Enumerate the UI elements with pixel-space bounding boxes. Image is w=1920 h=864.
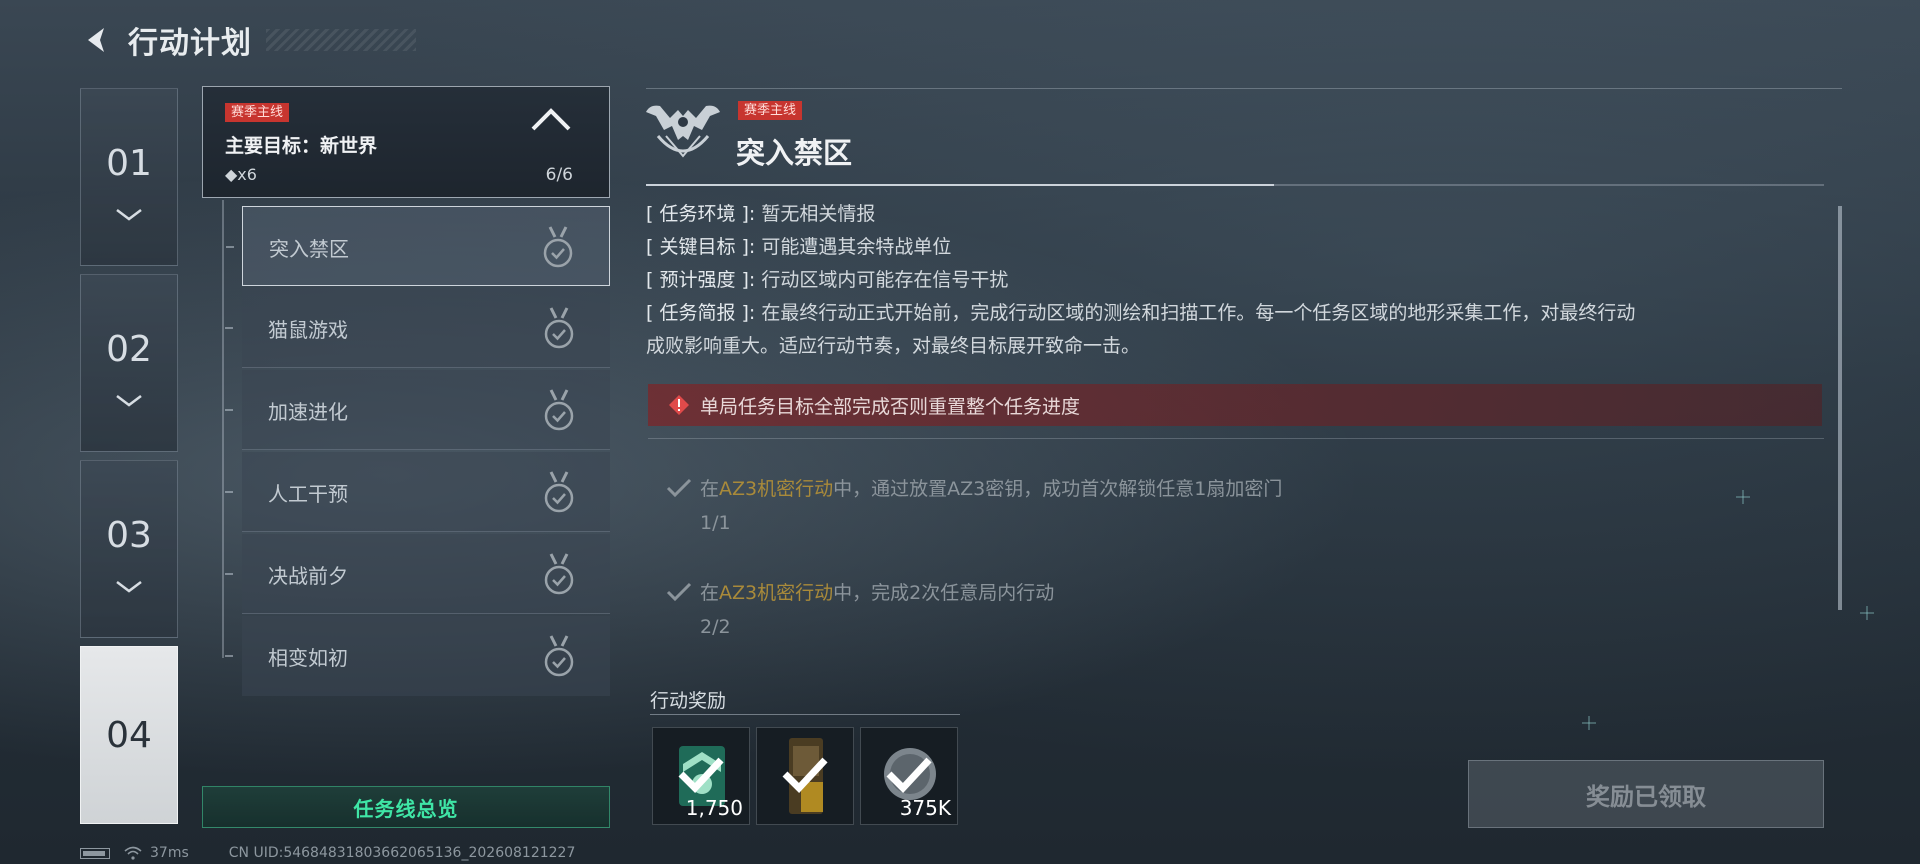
title-divider-highlight xyxy=(646,184,1274,186)
wifi-icon xyxy=(124,846,142,860)
reward-quantity: 375K xyxy=(899,796,951,820)
task-description: 在AZ3机密行动中，通过放置AZ3密钥，成功首次解锁任意1扇加密门 xyxy=(700,478,1283,500)
info-intensity: [ 预计强度 ]: 行动区域内可能存在信号干扰 xyxy=(646,266,1826,294)
chevron-up-icon[interactable] xyxy=(529,105,573,135)
info-value: 暂无相关情报 xyxy=(761,203,876,225)
info-brief-continued: 成败影响重大。适应行动节奏，对最终目标展开致命一击。 xyxy=(646,335,1141,357)
mission-item-juezhan[interactable]: 决战前夕 xyxy=(225,534,610,614)
mission-item-rengong[interactable]: 人工干预 xyxy=(225,452,610,532)
tree-tick xyxy=(225,409,233,411)
chapter-tab-03[interactable]: 03 xyxy=(80,460,178,638)
reward-item-gear-pack[interactable] xyxy=(756,727,854,825)
rewards-label: 行动奖励 xyxy=(650,690,727,712)
mission-label: 人工干预 xyxy=(268,482,348,506)
tree-tick xyxy=(225,327,233,329)
mission-tree-line xyxy=(222,200,224,658)
tree-tick xyxy=(226,246,234,248)
warning-icon xyxy=(669,395,689,415)
reward-quantity: 1,750 xyxy=(685,796,743,820)
medal-check-icon xyxy=(544,471,574,513)
info-key: [ 任务环境 ]: xyxy=(646,203,756,225)
mission-item-jiasu[interactable]: 加速进化 xyxy=(225,370,610,450)
reset-warning-bar: 单局任务目标全部完成否则重置整个任务进度 xyxy=(648,384,1822,426)
claimed-checkmark-icon xyxy=(886,757,932,794)
battery-icon xyxy=(80,847,110,859)
mission-label: 加速进化 xyxy=(268,400,348,424)
ping-value: 37ms xyxy=(150,845,189,861)
chapter-tab-01[interactable]: 01 xyxy=(80,88,178,266)
chapter-number: 04 xyxy=(106,714,152,756)
chapter-number: 03 xyxy=(106,514,152,556)
info-key: [ 预计强度 ]: xyxy=(646,269,756,291)
task-progress: 2/2 xyxy=(700,616,731,638)
chapter-number: 01 xyxy=(106,142,152,184)
task-highlight: AZ3机密行动 xyxy=(719,582,834,604)
warning-text: 单局任务目标全部完成否则重置整个任务进度 xyxy=(700,395,1081,418)
mission-label: 突入禁区 xyxy=(269,237,349,261)
reward-claimed-button[interactable]: 奖励已领取 xyxy=(1468,760,1824,828)
reward-item-coin[interactable]: 375K xyxy=(860,727,958,825)
chevron-down-icon xyxy=(116,580,142,593)
info-value: 行动区域内可能存在信号干扰 xyxy=(761,269,1009,291)
mission-line-overview-button[interactable]: 任务线总览 xyxy=(202,786,610,828)
mission-label: 猫鼠游戏 xyxy=(268,318,348,342)
chevron-down-icon xyxy=(116,208,142,221)
page-header: 行动计划 xyxy=(78,18,416,62)
chapter-number: 02 xyxy=(106,328,152,370)
info-key: [ 任务简报 ]: xyxy=(646,302,756,324)
medal-check-icon xyxy=(544,635,574,677)
medal-check-icon xyxy=(544,389,574,431)
task-description: 在AZ3机密行动中，完成2次任意局内行动 xyxy=(700,582,1055,604)
task-progress: 1/1 xyxy=(700,512,731,534)
season-mainline-tag: 赛季主线 xyxy=(738,101,803,120)
back-button[interactable] xyxy=(78,20,118,60)
tree-tick xyxy=(225,573,233,575)
info-brief: [ 任务简报 ]: 在最终行动正式开始前，完成行动区域的测绘和扫描工作。每一个任… xyxy=(646,299,1826,327)
title-decoration xyxy=(266,29,416,51)
info-value: 在最终行动正式开始前，完成行动区域的测绘和扫描工作。每一个任务区域的地形采集工作… xyxy=(761,302,1636,324)
decor-cross xyxy=(1736,490,1750,504)
medal-check-icon xyxy=(543,226,573,268)
status-bar: 37ms CN UID:5468483180366206513​6_202608… xyxy=(80,844,575,862)
chapter-tab-02[interactable]: 02 xyxy=(80,274,178,452)
reward-item-badge[interactable]: 1,750 xyxy=(652,727,750,825)
user-uid: CN UID:5468483180366206513​6_20260812122… xyxy=(228,845,576,861)
claimed-checkmark-icon xyxy=(678,757,724,794)
back-arrow-icon xyxy=(88,28,104,52)
chapter-tab-04[interactable]: 04 xyxy=(80,646,178,824)
mission-detail-title: 突入禁区 xyxy=(736,136,853,170)
chevron-down-icon xyxy=(116,394,142,407)
main-objective-header[interactable]: 赛季主线 主要目标：新世界 ◆x6 6/6 xyxy=(202,86,610,198)
mission-item-maoshu[interactable]: 猫鼠游戏 xyxy=(225,288,610,368)
mission-item-tutu[interactable]: 突入禁区 xyxy=(226,206,610,286)
panel-top-border xyxy=(646,88,1842,89)
objective-count: ◆x6 xyxy=(225,165,257,184)
info-key-target: [ 关键目标 ]: 可能遭遇其余特战单位 xyxy=(646,233,1826,261)
tree-tick xyxy=(225,491,233,493)
medal-check-icon xyxy=(544,553,574,595)
page-title: 行动计划 xyxy=(128,26,252,61)
decor-cross xyxy=(1860,606,1874,620)
info-key: [ 关键目标 ]: xyxy=(646,236,756,258)
tree-tick xyxy=(225,655,233,657)
detail-scrollbar[interactable] xyxy=(1838,206,1842,610)
mission-label: 相变如初 xyxy=(268,646,348,670)
claimed-checkmark-icon xyxy=(782,757,828,794)
rewards-divider xyxy=(650,714,960,715)
info-environment: [ 任务环境 ]: 暂无相关情报 xyxy=(646,200,1826,228)
mission-item-xiangbian[interactable]: 相变如初 xyxy=(225,616,610,696)
section-divider xyxy=(648,438,1824,439)
decor-cross xyxy=(1582,716,1596,730)
objective-title: 主要目标：新世界 xyxy=(225,135,378,157)
objective-progress: 6/6 xyxy=(545,165,573,185)
medal-check-icon xyxy=(544,307,574,349)
info-value: 可能遭遇其余特战单位 xyxy=(761,236,952,258)
mission-label: 决战前夕 xyxy=(268,564,348,588)
task-highlight: AZ3机密行动 xyxy=(719,478,834,500)
season-mainline-tag: 赛季主线 xyxy=(225,103,290,122)
eagle-emblem-icon xyxy=(646,105,720,158)
